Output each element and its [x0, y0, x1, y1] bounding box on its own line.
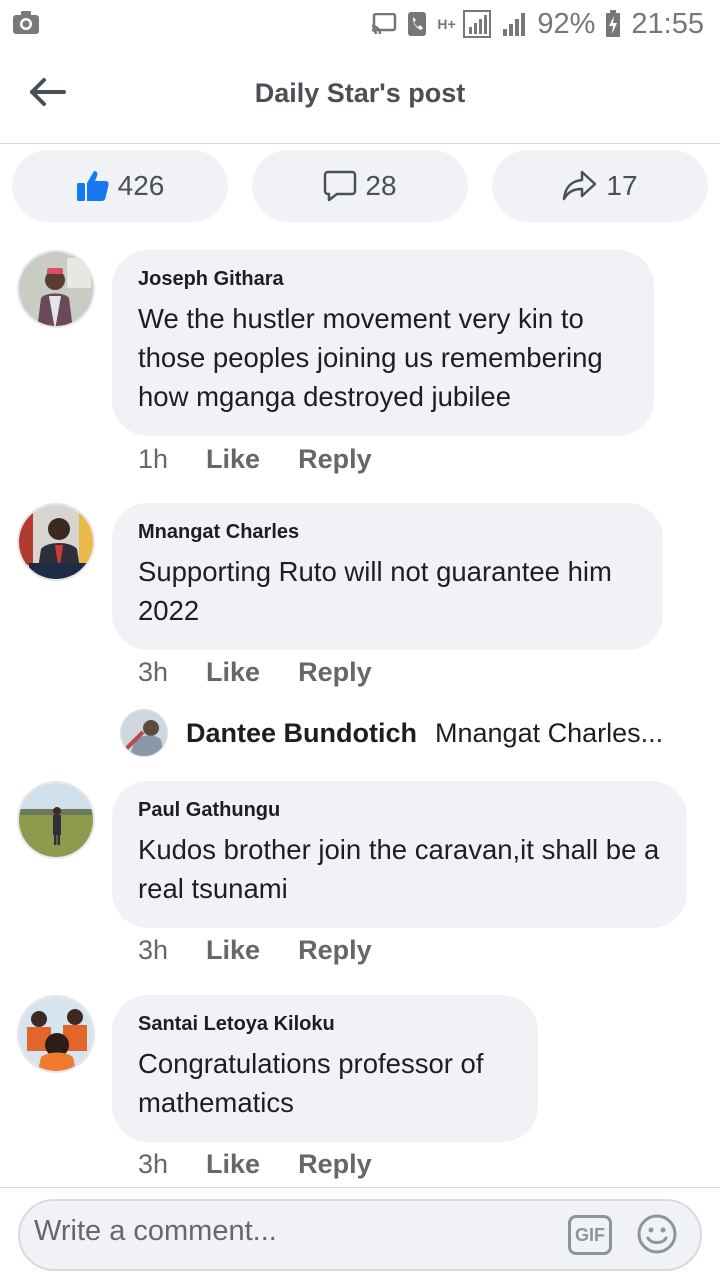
comment-composer: Write a comment... GIF: [0, 1187, 720, 1280]
call-icon: [408, 12, 427, 36]
avatar[interactable]: [17, 250, 95, 328]
comment-actions: 1h Like Reply: [138, 444, 372, 475]
comment-bubble: Santai Letoya Kiloku Congratulations pro…: [112, 995, 538, 1142]
comment-actions: 3h Like Reply: [138, 1149, 372, 1180]
comment-text: Kudos brother join the caravan,it shall …: [138, 834, 660, 904]
clock: 21:55: [631, 7, 704, 40]
reply-preview[interactable]: Dantee Bundotich Mnangat Charles...: [120, 708, 663, 758]
reply-snippet: Mnangat Charles...: [435, 717, 664, 748]
emoji-icon[interactable]: [636, 1213, 678, 1255]
like-button[interactable]: Like: [206, 935, 260, 966]
share-arrow-icon: [563, 170, 597, 201]
battery-icon: [606, 10, 621, 37]
commenter-name[interactable]: Joseph Githara: [138, 268, 628, 291]
comment-actions: 3h Like Reply: [138, 935, 372, 966]
status-bar: H+ 92% 21:55: [0, 0, 720, 48]
battery-percent: 92%: [537, 7, 596, 40]
comment-bubble: Joseph Githara We the hustler movement v…: [112, 250, 654, 436]
like-button[interactable]: Like: [206, 1149, 260, 1180]
gif-label: GIF: [575, 1224, 605, 1245]
avatar[interactable]: [17, 781, 95, 859]
comment-input-container[interactable]: Write a comment... GIF: [18, 1199, 702, 1271]
reply-button[interactable]: Reply: [298, 444, 372, 475]
avatar: [120, 709, 168, 757]
comment-text: Congratulations professor of mathematics: [138, 1048, 484, 1118]
gif-button[interactable]: GIF: [568, 1215, 612, 1255]
comment-bubble-icon: [324, 170, 357, 202]
reply-button[interactable]: Reply: [298, 657, 372, 688]
camera-icon: [13, 11, 39, 34]
reply-button[interactable]: Reply: [298, 935, 372, 966]
network-type-label: H+: [437, 16, 456, 32]
shares-count: 17: [606, 170, 638, 201]
comment-text: Supporting Ruto will not guarantee him 2…: [138, 556, 612, 626]
comment-input[interactable]: Write a comment...: [34, 1215, 277, 1248]
commenter-name[interactable]: Paul Gathungu: [138, 799, 661, 822]
comment-time: 3h: [138, 657, 169, 687]
commenter-name[interactable]: Mnangat Charles: [138, 521, 637, 544]
avatar[interactable]: [17, 503, 95, 581]
comment-time: 1h: [138, 444, 169, 474]
comment-text: We the hustler movement very kin to thos…: [138, 303, 603, 412]
comment-time: 3h: [138, 935, 169, 965]
post-header: Daily Star's post: [0, 48, 720, 144]
likes-count: 426: [117, 170, 165, 201]
avatar[interactable]: [17, 995, 95, 1073]
commenter-name[interactable]: Santai Letoya Kiloku: [138, 1013, 512, 1036]
reply-button[interactable]: Reply: [298, 1149, 372, 1180]
signal-icon-1: [463, 10, 492, 38]
comment-actions: 3h Like Reply: [138, 657, 372, 688]
like-button[interactable]: Like: [206, 444, 260, 475]
reply-author-name: Dantee Bundotich: [186, 717, 418, 748]
reaction-bar: 426 28 17: [12, 150, 708, 222]
thumbs-up-icon: [76, 171, 109, 201]
comments-button[interactable]: 28: [252, 150, 468, 222]
comments-count: 28: [365, 170, 397, 201]
comment-bubble: Mnangat Charles Supporting Ruto will not…: [112, 503, 663, 650]
comment-bubble: Paul Gathungu Kudos brother join the car…: [112, 781, 687, 928]
cast-icon: [372, 13, 397, 35]
comment-time: 3h: [138, 1149, 169, 1179]
shares-button[interactable]: 17: [492, 150, 708, 222]
signal-icon-2: [503, 13, 526, 36]
likes-button[interactable]: 426: [12, 150, 228, 222]
like-button[interactable]: Like: [206, 657, 260, 688]
page-title: Daily Star's post: [254, 78, 466, 108]
